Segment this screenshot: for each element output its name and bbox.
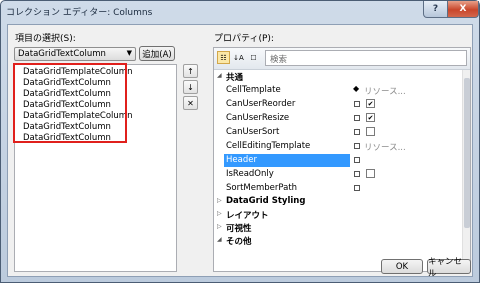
- collapsed-arrow-icon[interactable]: ▷: [217, 197, 222, 204]
- expanded-arrow-icon[interactable]: ◢: [217, 236, 222, 243]
- add-button[interactable]: 追加(A): [139, 46, 175, 61]
- categorized-view-icon[interactable]: ☷: [217, 51, 230, 64]
- help-button[interactable]: ?: [423, 1, 448, 18]
- close-button[interactable]: X: [447, 1, 479, 18]
- window-title: コレクション エディター: Columns: [6, 8, 153, 18]
- property-row[interactable]: SortMemberPath: [214, 182, 462, 195]
- arrow-down-icon: ↓: [187, 82, 194, 92]
- property-value[interactable]: リソース...: [364, 141, 406, 153]
- property-name: CanUserSort: [226, 127, 280, 137]
- property-marker-icon[interactable]: [354, 101, 360, 107]
- category-label: 共通: [226, 73, 244, 83]
- property-search-input[interactable]: 検索: [265, 50, 467, 66]
- property-marker-icon[interactable]: [354, 143, 360, 149]
- collection-editor-window: コレクション エディター: Columns ? X 項目の選択(S): Data…: [0, 0, 480, 283]
- arrow-up-icon: ↑: [187, 66, 194, 76]
- property-row[interactable]: Header: [214, 154, 462, 167]
- property-name: CanUserReorder: [226, 99, 296, 109]
- category-header[interactable]: ▷ 可視性: [214, 222, 462, 235]
- category-header[interactable]: ▷ レイアウト: [214, 209, 462, 222]
- property-name: CellTemplate: [226, 85, 281, 95]
- property-row[interactable]: CanUserResize ✔: [214, 112, 462, 125]
- property-row[interactable]: CanUserSort: [214, 126, 462, 139]
- property-pages-icon[interactable]: ☐: [247, 51, 260, 64]
- category-label: 可視性: [226, 224, 252, 234]
- property-marker-icon[interactable]: [354, 157, 360, 163]
- property-row[interactable]: IsReadOnly: [214, 168, 462, 181]
- property-marker-icon[interactable]: [354, 185, 360, 191]
- property-name: CanUserResize: [226, 113, 290, 123]
- column-type-combobox[interactable]: DataGridTextColumn ▼: [14, 47, 136, 61]
- category-header[interactable]: ▷ DataGrid Styling: [214, 196, 462, 209]
- property-marker-diamond-icon[interactable]: ◆: [353, 84, 359, 93]
- property-row[interactable]: CellTemplate ◆ リソース...: [214, 84, 462, 97]
- property-marker-icon[interactable]: [354, 171, 360, 177]
- highlight-frame: [13, 63, 127, 143]
- search-placeholder: 検索: [270, 55, 288, 65]
- ok-button[interactable]: OK: [381, 259, 423, 274]
- scrollbar-thumb[interactable]: [464, 78, 470, 228]
- column-type-value: DataGridTextColumn: [18, 49, 106, 59]
- category-header[interactable]: ◢ その他: [214, 235, 462, 248]
- property-marker-icon[interactable]: [354, 115, 360, 121]
- alphabetical-sort-icon[interactable]: ↓A: [232, 51, 245, 64]
- property-grid: ☷ ↓A ☐ 検索 ◢ 共通 CellTemplate ◆ リソース... CanUser…: [213, 47, 471, 272]
- title-bar: コレクション エディター: Columns ? X: [1, 1, 479, 23]
- category-header[interactable]: ◢ 共通: [214, 71, 462, 84]
- property-checkbox[interactable]: [366, 169, 375, 178]
- property-checkbox[interactable]: [366, 127, 375, 136]
- delete-icon: ✕: [187, 98, 194, 108]
- properties-label: プロパティ(P):: [214, 34, 274, 44]
- property-name: Header: [226, 155, 257, 165]
- property-row[interactable]: CanUserReorder ✔: [214, 98, 462, 111]
- items-label: 項目の選択(S):: [15, 34, 76, 44]
- category-label: レイアウト: [226, 211, 269, 221]
- move-up-button[interactable]: ↑: [183, 64, 198, 78]
- property-marker-icon[interactable]: [354, 129, 360, 135]
- delete-button[interactable]: ✕: [183, 96, 198, 110]
- property-name: SortMemberPath: [226, 183, 298, 193]
- category-label: その他: [226, 237, 252, 247]
- chevron-down-icon: ▼: [126, 49, 132, 57]
- property-grid-scrollbar[interactable]: [462, 70, 470, 271]
- category-label: DataGrid Styling: [226, 196, 306, 206]
- property-value[interactable]: リソース...: [364, 85, 406, 97]
- property-grid-toolbar: ☷ ↓A ☐ 検索: [214, 48, 470, 70]
- property-row[interactable]: CellEditingTemplate リソース...: [214, 140, 462, 153]
- dialog-client: 項目の選択(S): DataGridTextColumn ▼ 追加(A) Dat…: [7, 24, 473, 279]
- collapsed-arrow-icon[interactable]: ▷: [217, 223, 222, 230]
- property-checkbox[interactable]: ✔: [366, 99, 375, 108]
- property-name: IsReadOnly: [226, 169, 274, 179]
- move-down-button[interactable]: ↓: [183, 80, 198, 94]
- property-grid-body: ◢ 共通 CellTemplate ◆ リソース... CanUserReorder ✔ Ca…: [214, 70, 462, 271]
- property-name: CellEditingTemplate: [226, 141, 311, 151]
- property-checkbox[interactable]: ✔: [366, 113, 375, 122]
- cancel-button[interactable]: キャンセル: [427, 257, 471, 279]
- collapsed-arrow-icon[interactable]: ▷: [217, 210, 222, 217]
- expanded-arrow-icon[interactable]: ◢: [217, 72, 222, 79]
